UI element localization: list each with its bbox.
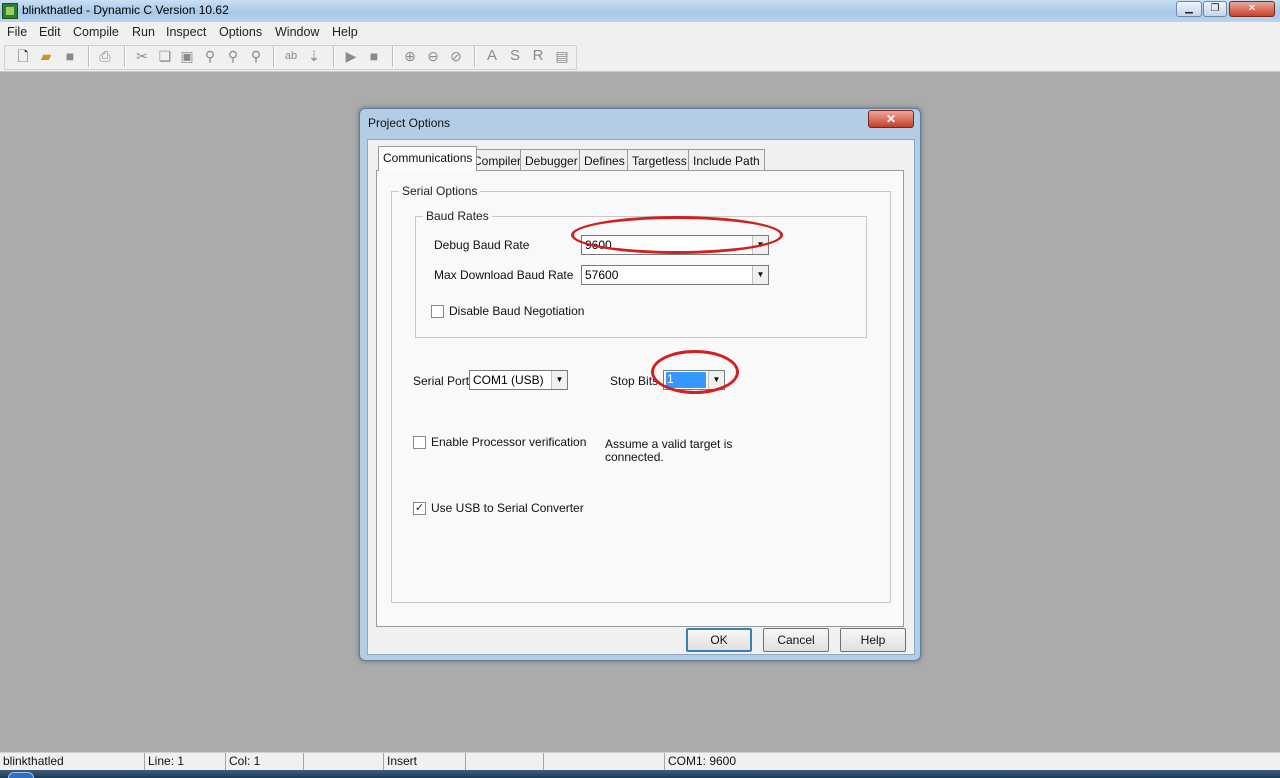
copy-icon[interactable]: ❏ xyxy=(156,47,174,65)
serial-options-title: Serial Options xyxy=(399,184,481,198)
status-bar: blinkthatled Line: 1 Col: 1 Insert COM1:… xyxy=(0,752,1280,771)
replace-icon[interactable]: ⚲ xyxy=(247,47,265,65)
menu-edit[interactable]: Edit xyxy=(39,25,61,39)
menu-run[interactable]: Run xyxy=(132,25,155,39)
status-empty xyxy=(304,753,384,771)
project-options-dialog: Project Options ✕ Communications Compile… xyxy=(359,108,921,661)
cancel-button[interactable]: Cancel xyxy=(763,628,829,652)
minimize-button[interactable]: ▁ xyxy=(1176,1,1202,17)
max-download-baud-rate-value: 57600 xyxy=(585,268,619,282)
zoom-out-icon[interactable]: ⊖ xyxy=(424,47,442,65)
toolbar-r-button[interactable]: R xyxy=(529,47,547,65)
disable-baud-negotiation-label: Disable Baud Negotiation xyxy=(449,304,585,318)
toolbar-separator xyxy=(474,46,476,67)
assume-target-text-line2: connected. xyxy=(605,450,664,464)
help-button[interactable]: Help xyxy=(840,628,906,652)
status-empty xyxy=(544,753,665,771)
toolbar-separator xyxy=(124,46,126,67)
serial-port-value: COM1 (USB) xyxy=(473,373,544,387)
max-download-baud-rate-select[interactable]: 57600 ▼ xyxy=(581,265,769,285)
stop-bits-annotation-ring xyxy=(651,350,739,394)
debug-baud-rate-label: Debug Baud Rate xyxy=(434,238,530,252)
status-empty xyxy=(466,753,544,771)
zoom-reset-icon[interactable]: ⊘ xyxy=(447,47,465,65)
cut-icon[interactable]: ✂ xyxy=(133,47,151,65)
status-line: Line: 1 xyxy=(145,753,226,771)
start-button[interactable] xyxy=(8,772,34,778)
menu-compile[interactable]: Compile xyxy=(73,25,119,39)
assume-target-text-line1: Assume a valid target is xyxy=(605,437,733,451)
status-mode: Insert xyxy=(384,753,466,771)
status-port: COM1: 9600 xyxy=(668,754,737,768)
app-icon xyxy=(2,3,18,19)
step-icon[interactable]: ⇣ xyxy=(305,47,323,65)
toolbar-separator xyxy=(392,46,394,67)
toolbar-s-button[interactable]: S xyxy=(506,47,524,65)
disable-baud-negotiation-checkbox[interactable] xyxy=(431,305,444,318)
chevron-down-icon: ▼ xyxy=(752,266,768,284)
stop-icon[interactable]: ■ xyxy=(365,47,383,65)
toolbar-separator xyxy=(273,46,275,67)
new-file-icon[interactable]: 🗋 xyxy=(14,47,32,65)
baud-rates-title: Baud Rates xyxy=(423,209,492,223)
tab-communications[interactable]: Communications xyxy=(378,146,478,171)
open-folder-icon[interactable]: ▰ xyxy=(37,47,55,65)
dialog-title: Project Options xyxy=(368,116,451,130)
max-download-baud-rate-label: Max Download Baud Rate xyxy=(434,268,574,282)
tab-debugger[interactable]: Debugger xyxy=(520,149,583,170)
menu-file[interactable]: File xyxy=(7,25,27,39)
menu-inspect[interactable]: Inspect xyxy=(166,25,206,39)
serial-port-select[interactable]: COM1 (USB) ▼ xyxy=(469,370,568,390)
zoom-in-icon[interactable]: ⊕ xyxy=(401,47,419,65)
registers-icon[interactable]: ▤ xyxy=(553,47,571,65)
save-icon[interactable]: ■ xyxy=(61,47,79,65)
menu-options[interactable]: Options xyxy=(219,25,262,39)
chevron-down-icon: ▼ xyxy=(551,371,567,389)
tab-include-path[interactable]: Include Path xyxy=(688,149,765,170)
taskbar xyxy=(0,770,1280,778)
toolbar-separator xyxy=(333,46,335,67)
dialog-close-button[interactable]: ✕ xyxy=(868,110,914,128)
status-file: blinkthatled xyxy=(0,753,145,771)
debug-baud-annotation-ring xyxy=(571,216,783,254)
window-title: blinkthatled - Dynamic C Version 10.62 xyxy=(22,3,229,17)
menu-bar: File Edit Compile Run Inspect Options Wi… xyxy=(0,22,1280,42)
menu-help[interactable]: Help xyxy=(332,25,358,39)
toolbar-separator xyxy=(88,46,90,67)
tab-defines[interactable]: Defines xyxy=(579,149,630,170)
usb-serial-converter-label: Use USB to Serial Converter xyxy=(431,501,584,515)
tab-targetless[interactable]: Targetless xyxy=(627,149,692,170)
find-icon[interactable]: ⚲ xyxy=(201,47,219,65)
run-icon[interactable]: ▶ xyxy=(342,47,360,65)
menu-window[interactable]: Window xyxy=(275,25,319,39)
maximize-button[interactable]: ❐ xyxy=(1203,1,1227,17)
find-next-icon[interactable]: ⚲ xyxy=(224,47,242,65)
processor-verification-checkbox[interactable] xyxy=(413,436,426,449)
ok-button[interactable]: OK xyxy=(686,628,752,652)
status-col: Col: 1 xyxy=(226,753,304,771)
print-icon[interactable]: ⎙ xyxy=(96,47,114,65)
paste-icon[interactable]: ▣ xyxy=(178,47,196,65)
serial-port-label: Serial Port xyxy=(413,374,470,388)
abl-icon[interactable]: ab xyxy=(282,47,300,65)
toolbar-a-button[interactable]: A xyxy=(483,47,501,65)
toolbar: 🗋 ▰ ■ ⎙ ✂ ❏ ▣ ⚲ ⚲ ⚲ ab ⇣ ▶ ■ ⊕ ⊖ ⊘ A S R… xyxy=(0,42,1280,72)
processor-verification-label: Enable Processor verification xyxy=(431,435,587,449)
close-button[interactable]: ✕ xyxy=(1229,1,1275,17)
usb-serial-converter-checkbox[interactable]: ✓ xyxy=(413,502,426,515)
window-title-bar: blinkthatled - Dynamic C Version 10.62 ▁… xyxy=(0,0,1280,22)
